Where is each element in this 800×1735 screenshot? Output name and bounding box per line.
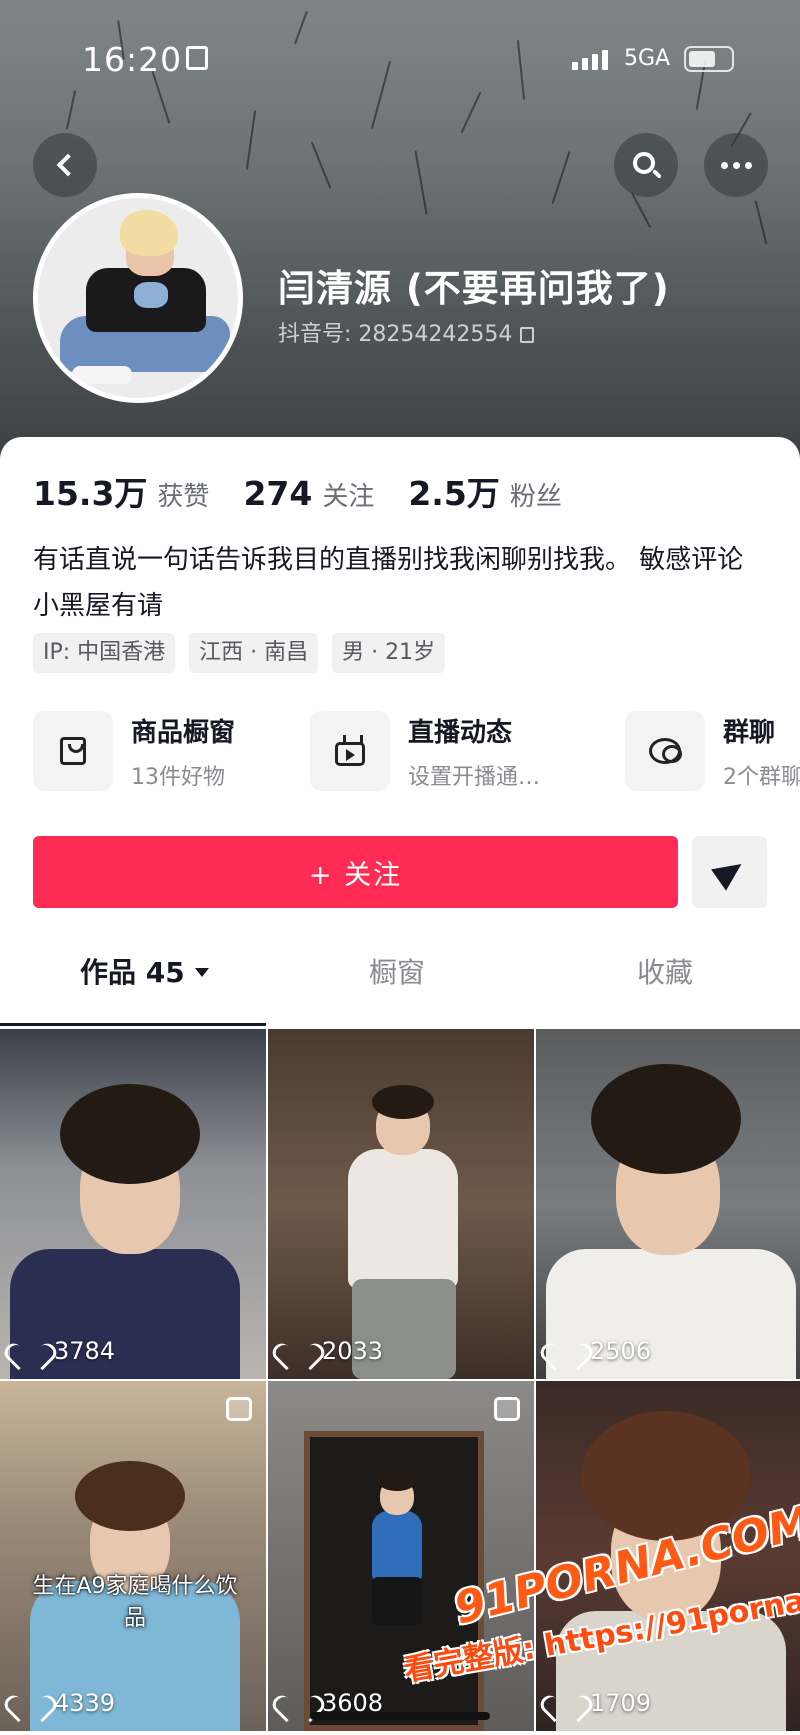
video-likes: 3784 xyxy=(16,1337,115,1365)
followers-count[interactable]: 2.5万 xyxy=(408,467,499,515)
tab-works-label: 作品 45 xyxy=(80,956,185,989)
heart-icon xyxy=(284,1339,310,1363)
video-likes: 4339 xyxy=(16,1689,115,1717)
profile-stats: 15.3万 获赞 274 关注 2.5万 粉丝 xyxy=(33,467,596,515)
like-count: 2033 xyxy=(322,1337,384,1365)
live-updates-entry[interactable]: 直播动态 设置开播通… xyxy=(310,711,540,791)
send-icon xyxy=(710,853,749,891)
video-thumbnail[interactable]: 2506 xyxy=(536,1029,800,1379)
chevron-left-icon xyxy=(56,153,80,177)
more-button[interactable] xyxy=(704,133,768,197)
heart-icon xyxy=(284,1691,310,1715)
feature-title: 商品橱窗 xyxy=(131,717,236,748)
profile-name: 闫清源 (不要再问我了) xyxy=(278,267,670,310)
search-icon xyxy=(633,152,655,174)
more-dots-icon xyxy=(720,161,752,169)
likes-label: 获赞 xyxy=(157,482,210,512)
likes-count: 15.3万 xyxy=(33,474,148,513)
like-count: 2506 xyxy=(590,1337,652,1365)
video-thumbnail[interactable]: 生在A9家庭喝什么饮品 4339 xyxy=(0,1381,266,1731)
search-button[interactable] xyxy=(614,133,678,197)
gift-icon xyxy=(186,46,208,70)
video-likes: 2033 xyxy=(284,1337,383,1365)
share-button[interactable] xyxy=(692,836,767,908)
video-thumbnail[interactable]: 3608 xyxy=(268,1381,534,1731)
shop-window-entry[interactable]: 商品橱窗 13件好物 xyxy=(33,711,235,791)
like-count: 4339 xyxy=(54,1689,116,1717)
pinned-icon xyxy=(494,1397,520,1421)
heart-icon xyxy=(552,1691,578,1715)
signal-icon xyxy=(572,48,612,70)
pinned-icon xyxy=(226,1397,252,1421)
decor xyxy=(65,90,77,130)
tab-shop-window[interactable]: 橱窗 xyxy=(369,937,425,1009)
video-likes: 1709 xyxy=(552,1689,651,1717)
douyin-id-text: 抖音号: 28254242554 xyxy=(278,322,513,347)
follow-button[interactable]: + 关注 xyxy=(33,836,678,908)
heart-icon xyxy=(16,1691,42,1715)
decor xyxy=(414,150,428,215)
avatar[interactable] xyxy=(33,193,243,403)
following-label[interactable]: 关注 xyxy=(322,476,374,513)
network-type: 5GA xyxy=(624,46,671,71)
following-count[interactable]: 274 xyxy=(243,474,312,513)
active-tab-indicator xyxy=(0,1023,266,1026)
like-count: 1709 xyxy=(590,1689,652,1717)
feature-subtitle: 设置开播通… xyxy=(408,764,541,790)
status-time: 16:20 xyxy=(82,40,183,79)
shopping-bag-icon xyxy=(60,737,86,765)
decor xyxy=(245,110,257,170)
group-chat-entry[interactable]: 群聊 2个群聊 xyxy=(625,711,800,791)
feature-title: 群聊 xyxy=(723,717,776,748)
profile-tags: IP: 中国香港 江西 · 南昌 男 · 21岁 xyxy=(33,633,446,673)
feature-title: 直播动态 xyxy=(408,717,513,748)
video-thumbnail[interactable]: 2033 xyxy=(268,1029,534,1379)
decor xyxy=(754,200,768,245)
chat-bubbles-icon xyxy=(649,738,682,764)
decor xyxy=(460,91,482,134)
decor xyxy=(551,151,571,204)
home-indicator xyxy=(310,1712,490,1720)
video-likes: 2506 xyxy=(552,1337,651,1365)
profile-bio: 有话直说一句话告诉我目的直播别找我闲聊别找我。 敏感评论小黑屋有请 xyxy=(33,545,744,621)
decor xyxy=(630,191,652,229)
feature-subtitle: 2个群聊 xyxy=(723,764,800,790)
douyin-id[interactable]: 抖音号: 28254242554 xyxy=(278,316,535,348)
battery-icon xyxy=(684,46,734,72)
tab-works[interactable]: 作品 45 xyxy=(80,937,209,1009)
tv-icon xyxy=(335,742,365,766)
content-tabs: 作品 45 橱窗 收藏 xyxy=(0,937,800,1009)
heart-icon xyxy=(16,1339,42,1363)
gender-age-tag: 男 · 21岁 xyxy=(332,633,446,673)
tab-favorites[interactable]: 收藏 xyxy=(637,937,693,1009)
ip-location-tag: IP: 中国香港 xyxy=(33,633,176,673)
region-tag: 江西 · 南昌 xyxy=(189,633,319,673)
like-count: 3784 xyxy=(54,1337,116,1365)
back-button[interactable] xyxy=(33,133,97,197)
feature-subtitle: 13件好物 xyxy=(131,764,225,790)
decor xyxy=(310,141,332,189)
video-caption: 生在A9家庭喝什么饮品 xyxy=(32,1574,238,1631)
caret-down-icon xyxy=(194,968,209,977)
video-thumbnail[interactable]: 3784 xyxy=(0,1029,266,1379)
followers-label[interactable]: 粉丝 xyxy=(510,476,562,513)
copy-icon[interactable] xyxy=(520,327,535,343)
status-bar: 16:20 5GA xyxy=(0,38,800,82)
heart-icon xyxy=(552,1339,578,1363)
